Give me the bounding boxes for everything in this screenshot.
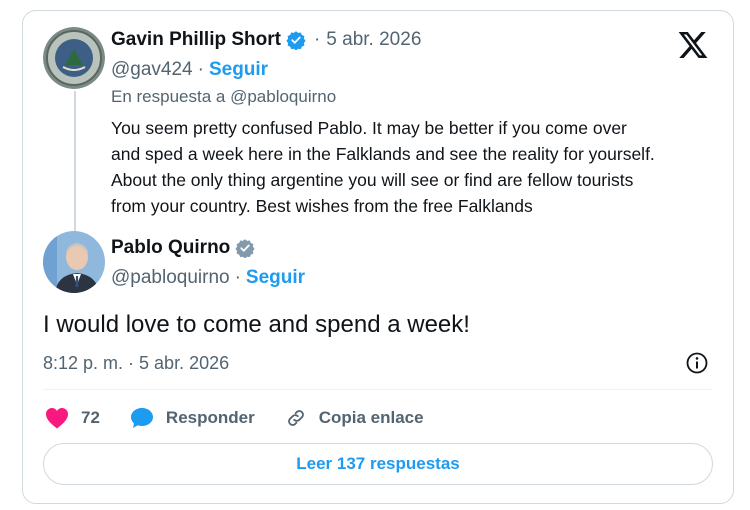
main-author-row: Pablo Quirno — [111, 237, 255, 259]
main-author-name[interactable]: Pablo Quirno — [111, 237, 230, 259]
handle-separator: · — [197, 59, 204, 80]
verified-badge-icon — [235, 238, 255, 259]
quoted-author-name[interactable]: Gavin Phillip Short — [111, 29, 281, 51]
reply-label: Responder — [165, 408, 255, 427]
date-separator: · — [313, 29, 321, 50]
follow-gavin-button[interactable]: Seguir — [209, 59, 268, 81]
quoted-tweet-text: You seem pretty confused Pablo. It may b… — [111, 115, 721, 219]
reply-button[interactable]: Responder — [130, 407, 255, 429]
tweet-timestamp[interactable]: 8:12 p. m. · 5 abr. 2026 — [43, 353, 229, 374]
main-handle-row: @pabloquirno · Seguir — [111, 267, 305, 289]
quoted-author-row: Gavin Phillip Short · 5 abr. 2026 — [111, 29, 421, 51]
gavin-avatar[interactable] — [43, 27, 105, 89]
pablo-avatar[interactable] — [43, 231, 105, 293]
tweet-actions: 72 Responder Copia enlace — [45, 404, 454, 432]
link-icon — [287, 410, 304, 426]
tweet-card: Gavin Phillip Short · 5 abr. 2026 @gav42… — [22, 10, 734, 504]
actions-divider — [43, 389, 713, 390]
reply-bubble-icon — [130, 408, 153, 428]
x-logo-icon[interactable] — [677, 29, 709, 61]
follow-pablo-button[interactable]: Seguir — [246, 267, 305, 289]
info-icon[interactable] — [685, 351, 709, 375]
quoted-text-line: About the only thing argentine you will … — [111, 170, 634, 190]
like-button[interactable]: 72 — [45, 407, 100, 429]
quoted-date[interactable]: 5 abr. 2026 — [326, 29, 421, 51]
main-handle[interactable]: @pabloquirno — [111, 267, 230, 289]
quoted-text-line: from your country. Best wishes from the … — [111, 196, 533, 216]
main-tweet-text: I would love to come and spend a week! — [43, 311, 470, 338]
handle-separator: · — [234, 267, 241, 288]
thread-connector-line — [74, 91, 76, 231]
quoted-handle-row: @gav424 · Seguir — [111, 59, 268, 81]
heart-icon — [46, 408, 68, 429]
likes-count: 72 — [81, 408, 100, 427]
quoted-handle[interactable]: @gav424 — [111, 59, 193, 81]
verified-badge-icon — [286, 30, 306, 51]
copy-link-label: Copia enlace — [318, 408, 424, 427]
quoted-text-line: You seem pretty confused Pablo. It may b… — [111, 118, 627, 138]
quoted-text-line: and sped a week here in the Falklands an… — [111, 144, 655, 164]
read-replies-button[interactable]: Leer 137 respuestas — [43, 443, 713, 485]
copy-link-button[interactable]: Copia enlace — [285, 407, 424, 429]
reply-to-label[interactable]: En respuesta a @pabloquirno — [111, 87, 336, 107]
